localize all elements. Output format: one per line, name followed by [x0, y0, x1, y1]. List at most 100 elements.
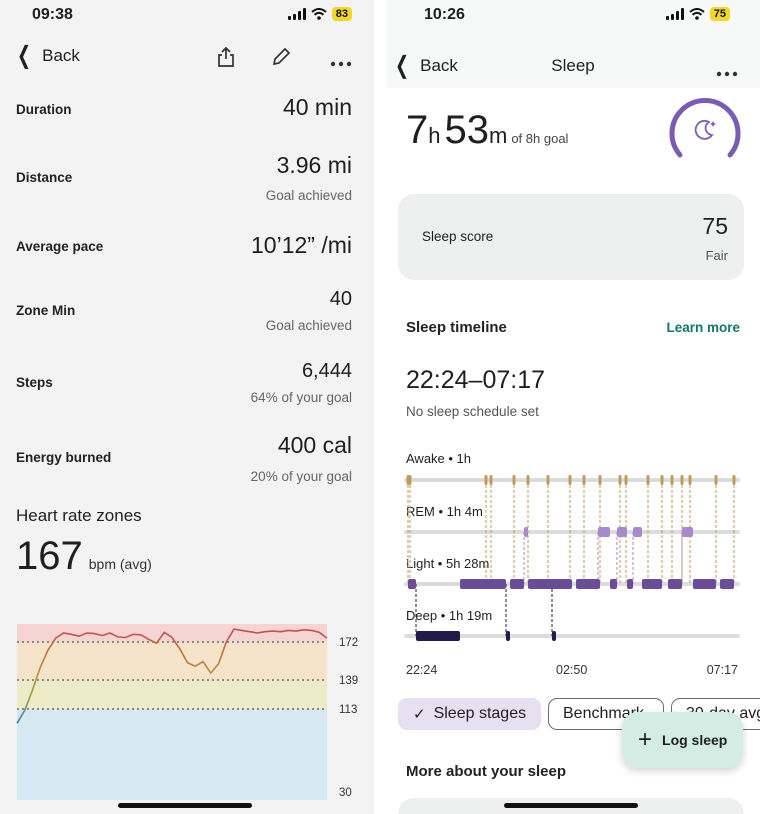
metric-label: Zone Min: [16, 303, 76, 318]
sleep-stage-segment: [484, 475, 488, 485]
sleep-stage-segment: [576, 579, 600, 589]
sleep-stage-segment: [693, 579, 716, 589]
sleep-stage-segment: [610, 579, 617, 589]
sleep-stage-segment: [510, 579, 524, 589]
sleep-stage-segment: [546, 475, 550, 485]
sleep-stage-segment: [408, 579, 416, 589]
sleep-stage-segment: [668, 579, 682, 589]
nav-bar: ❮ Back: [0, 34, 374, 78]
sleep-stage-segment: [670, 475, 674, 485]
metric-distance: Distance 3.96 mi Goal achieved: [16, 152, 352, 212]
exercise-detail-screen: 09:38 83 ❮ Back Duration 40 min Distance…: [0, 0, 374, 814]
metric-energy-burned: Energy burned 400 cal 20% of your goal: [16, 432, 352, 492]
metric-value: 40: [329, 288, 352, 310]
metric-label: Distance: [16, 170, 73, 185]
status-icons: 83: [287, 7, 352, 21]
sleep-stage-segment: [512, 475, 516, 485]
back-button[interactable]: ❮ Back: [14, 44, 80, 68]
zone-tick-label: 172: [339, 637, 358, 649]
home-indicator: [118, 803, 252, 808]
status-icons: 75: [665, 7, 730, 21]
more-options-icon[interactable]: [330, 54, 352, 72]
sleep-stage-segment: [660, 475, 664, 485]
sleep-stage-segment: [714, 475, 718, 485]
x-tick-start: 22:24: [406, 663, 438, 677]
sleep-stage-segment: [633, 527, 642, 537]
sleep-stage-segment: [688, 475, 692, 485]
metric-label: Duration: [16, 102, 72, 117]
heart-rate-zone-band: [17, 680, 327, 709]
heart-rate-average: 167 bpm (avg): [16, 534, 152, 579]
metric-value: 3.96 mi: [276, 152, 352, 178]
stage-label-awake: Awake • 1h: [406, 451, 472, 466]
sleep-stage-segment: [489, 475, 493, 485]
sleep-stage-segment: [618, 475, 622, 485]
share-icon[interactable]: [216, 46, 236, 73]
metric-label: Steps: [16, 375, 53, 390]
sleep-stage-segment: [720, 579, 734, 589]
sleep-timeline-title: Sleep timeline: [406, 319, 507, 336]
sleep-score-card[interactable]: Sleep score 75 Fair: [398, 194, 744, 280]
sleep-stage-segment: [408, 475, 412, 485]
sleep-hours: 7: [406, 108, 429, 152]
chip-label: Sleep stages: [433, 705, 527, 722]
sleep-hours-unit: h: [428, 123, 441, 148]
sleep-stage-segment: [460, 579, 506, 589]
wifi-icon: [311, 8, 327, 20]
heart-rate-average-value: 167: [16, 534, 83, 578]
metric-value: 10’12” /mi: [251, 232, 352, 258]
sleep-stage-segment: [732, 475, 736, 485]
sleep-score-rating: Fair: [705, 248, 728, 263]
log-sleep-button[interactable]: + Log sleep: [622, 712, 744, 768]
sleep-score-value: 75: [702, 213, 728, 239]
sleep-goal-ring: [669, 97, 741, 158]
metric-value: 40 min: [282, 94, 352, 120]
heart-rate-average-unit: bpm (avg): [88, 556, 152, 572]
metric-status: Goal achieved: [265, 188, 352, 203]
learn-more-link[interactable]: Learn more: [666, 320, 740, 335]
home-indicator: [504, 803, 638, 808]
battery-indicator: 83: [331, 7, 352, 21]
signal-icon: [665, 8, 684, 20]
sleep-goal: of 8h goal: [511, 131, 569, 146]
back-label: Back: [42, 46, 80, 65]
metric-label: Average pace: [16, 239, 104, 254]
heart-rate-zone-band: [17, 642, 327, 680]
metric-value: 400 cal: [277, 432, 352, 458]
sleep-stage-segment: [528, 579, 572, 589]
x-tick-end: 07:17: [706, 663, 738, 677]
zone-tick-label: 30: [339, 787, 352, 799]
chevron-left-icon: ❮: [17, 42, 32, 69]
more-options-icon[interactable]: [716, 64, 738, 82]
sleep-stage-segment: [646, 475, 650, 485]
sleep-minutes: 53: [444, 108, 490, 152]
chevron-left-icon: ❮: [395, 52, 410, 79]
plus-icon: +: [638, 726, 653, 753]
metric-zone-min: Zone Min 40 Goal achieved: [16, 288, 352, 344]
sleep-stage-segment: [617, 527, 627, 537]
edit-pencil-icon[interactable]: [270, 46, 292, 73]
sleep-stage-segment: [642, 579, 662, 589]
sleep-schedule-note: No sleep schedule set: [406, 404, 539, 419]
metric-status: 20% of your goal: [250, 469, 352, 484]
metric-status: Goal achieved: [265, 318, 352, 333]
metric-duration: Duration 40 min: [16, 94, 352, 134]
back-button[interactable]: ❮ Back: [392, 54, 458, 78]
moon-icon: [694, 119, 716, 140]
nav-bar: ❮ Back Sleep: [386, 44, 760, 88]
metric-status: 64% of your goal: [250, 390, 352, 405]
sleep-stage-segment: [682, 527, 693, 537]
status-time: 09:38: [32, 6, 73, 23]
zone-tick-label: 113: [339, 704, 357, 716]
sleep-time-range: 22:24–07:17: [406, 366, 546, 394]
zone-tick-label: 139: [339, 675, 358, 687]
sleep-stage-segment: [526, 475, 530, 485]
status-time: 10:26: [424, 6, 465, 23]
sleep-stage-segment: [627, 579, 633, 589]
heart-rate-zone-band: [17, 709, 327, 800]
chip-sleep-stages[interactable]: ✓ Sleep stages: [398, 698, 542, 730]
more-about-sleep-title: More about your sleep: [406, 763, 567, 780]
back-label: Back: [420, 56, 458, 75]
sleep-score-label: Sleep score: [422, 229, 494, 244]
sleep-minutes-unit: m: [489, 123, 508, 148]
